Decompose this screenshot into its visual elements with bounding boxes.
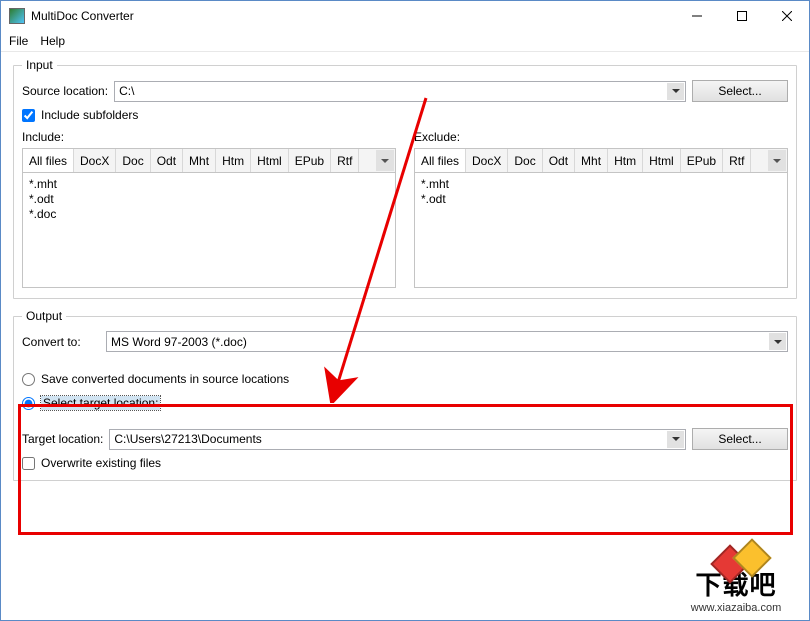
exclude-list-item: *.mht (421, 177, 781, 192)
app-icon (9, 8, 25, 24)
exclude-tab-doc[interactable]: Doc (508, 149, 542, 172)
menu-file[interactable]: File (9, 34, 28, 48)
dropdown-icon[interactable] (667, 431, 684, 448)
include-column: Include: All files DocX Doc Odt Mht Htm … (22, 130, 396, 288)
convert-to-label: Convert to: (22, 335, 100, 349)
watermark-text: 下载吧 (695, 565, 776, 602)
watermark-logo: 下载吧 www.xiazaiba.com (671, 544, 801, 614)
include-label: Include: (22, 130, 396, 144)
target-location-value: C:\Users\27213\Documents (114, 432, 261, 446)
select-target-label: Select target location: (41, 396, 160, 410)
include-tab-htm[interactable]: Htm (216, 149, 251, 172)
include-tab-rtf[interactable]: Rtf (331, 149, 359, 172)
exclude-label: Exclude: (414, 130, 788, 144)
watermark-url: www.xiazaiba.com (691, 602, 781, 614)
exclude-tab-all[interactable]: All files (415, 149, 466, 172)
include-tab-all[interactable]: All files (23, 149, 74, 172)
exclude-tab-mht[interactable]: Mht (575, 149, 608, 172)
output-groupbox: Output Convert to: MS Word 97-2003 (*.do… (13, 309, 797, 481)
menu-bar: File Help (1, 31, 809, 52)
overwrite-checkbox[interactable] (22, 457, 35, 470)
include-subfolders-checkbox[interactable] (22, 109, 35, 122)
dropdown-icon[interactable] (769, 333, 786, 350)
source-location-value: C:\ (119, 84, 134, 98)
exclude-tab-odt[interactable]: Odt (543, 149, 575, 172)
source-location-combo[interactable]: C:\ (114, 81, 686, 102)
convert-to-value: MS Word 97-2003 (*.doc) (111, 335, 247, 349)
include-list-item: *.mht (29, 177, 389, 192)
include-tab-odt[interactable]: Odt (151, 149, 183, 172)
dropdown-icon[interactable] (667, 83, 684, 100)
target-location-label: Target location: (22, 432, 103, 446)
maximize-button[interactable] (719, 2, 764, 31)
include-tab-mht[interactable]: Mht (183, 149, 216, 172)
exclude-tab-rtf[interactable]: Rtf (723, 149, 751, 172)
output-legend: Output (22, 309, 66, 323)
exclude-column: Exclude: All files DocX Doc Odt Mht Htm … (414, 130, 788, 288)
input-groupbox: Input Source location: C:\ Select... Inc… (13, 58, 797, 299)
include-subfolders-label: Include subfolders (41, 108, 138, 122)
exclude-list-item: *.odt (421, 192, 781, 207)
exclude-tab-htm[interactable]: Htm (608, 149, 643, 172)
convert-to-combo[interactable]: MS Word 97-2003 (*.doc) (106, 331, 788, 352)
close-button[interactable] (764, 2, 809, 31)
menu-help[interactable]: Help (40, 34, 65, 48)
minimize-button[interactable] (674, 2, 719, 31)
tabstrip-scroll-icon[interactable] (768, 150, 786, 171)
source-select-button[interactable]: Select... (692, 80, 788, 102)
input-legend: Input (22, 58, 57, 72)
title-bar: MultiDoc Converter (1, 1, 809, 31)
exclude-tab-docx[interactable]: DocX (466, 149, 508, 172)
watermark-cube-icon (710, 544, 750, 584)
exclude-listbox[interactable]: *.mht *.odt (414, 172, 788, 288)
save-in-source-label: Save converted documents in source locat… (41, 372, 289, 386)
target-location-combo[interactable]: C:\Users\27213\Documents (109, 429, 686, 450)
exclude-tabstrip: All files DocX Doc Odt Mht Htm Html EPub… (414, 148, 788, 172)
select-target-radio[interactable] (22, 397, 35, 410)
source-location-label: Source location: (22, 84, 108, 98)
include-list-item: *.doc (29, 207, 389, 222)
exclude-tab-epub[interactable]: EPub (681, 149, 723, 172)
window-title: MultiDoc Converter (31, 9, 134, 23)
include-tab-html[interactable]: Html (251, 149, 289, 172)
watermark-cube-icon (732, 538, 772, 578)
include-listbox[interactable]: *.mht *.odt *.doc (22, 172, 396, 288)
include-tab-docx[interactable]: DocX (74, 149, 116, 172)
save-in-source-radio[interactable] (22, 373, 35, 386)
target-select-button[interactable]: Select... (692, 428, 788, 450)
include-tabstrip: All files DocX Doc Odt Mht Htm Html EPub… (22, 148, 396, 172)
exclude-tab-html[interactable]: Html (643, 149, 681, 172)
include-list-item: *.odt (29, 192, 389, 207)
overwrite-label: Overwrite existing files (41, 456, 161, 470)
include-tab-epub[interactable]: EPub (289, 149, 331, 172)
include-tab-doc[interactable]: Doc (116, 149, 150, 172)
tabstrip-scroll-icon[interactable] (376, 150, 394, 171)
